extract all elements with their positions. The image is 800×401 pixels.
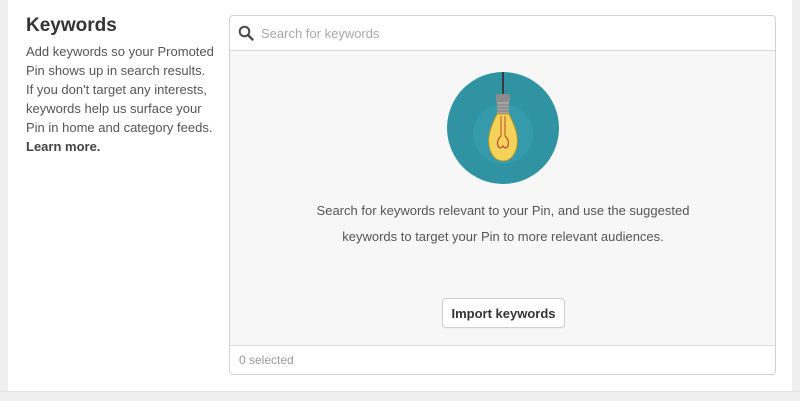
import-keywords-button[interactable]: Import keywords [442,298,565,328]
selection-footer: 0 selected [230,345,775,374]
page-gutter-right [792,0,800,401]
keywords-panel: Search for keywords relevant to your Pin… [229,15,776,375]
section-description: Add keywords so your Promoted Pin shows … [26,42,216,156]
search-input[interactable] [261,18,741,48]
section-title: Keywords [26,15,117,36]
selected-count: 0 selected [239,353,294,367]
search-bar [230,16,775,51]
description-text: Add keywords so your Promoted Pin shows … [26,44,214,135]
learn-more-link[interactable]: Learn more. [26,139,100,154]
page-bottom-band [0,391,800,401]
empty-state-message: Search for keywords relevant to your Pin… [316,203,690,244]
search-icon [238,25,254,41]
keywords-section-info: Keywords Add keywords so your Promoted P… [26,14,216,156]
lightbulb-icon [447,72,559,184]
page-gutter-left [0,0,8,401]
